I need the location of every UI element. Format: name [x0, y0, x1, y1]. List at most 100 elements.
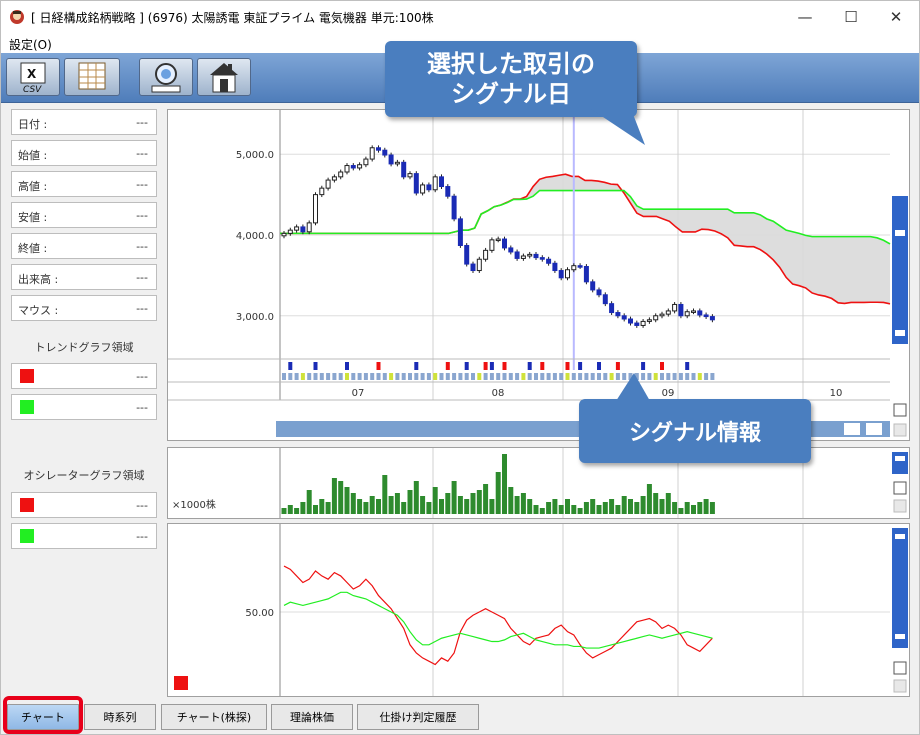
volume-bar [697, 502, 703, 514]
signal-strip-cell [401, 373, 406, 380]
color-swatch[interactable] [20, 529, 34, 543]
tab-entry-history[interactable]: 仕掛け判定履歴 [357, 704, 479, 730]
volume-bar [653, 493, 659, 514]
candle-body [615, 312, 621, 317]
csv-export-button[interactable]: X CSV [6, 58, 60, 96]
candle-body [583, 266, 589, 283]
volume-bar [357, 499, 363, 514]
signal-strip-cell [471, 373, 475, 380]
candle-body [596, 289, 602, 296]
candle-body [520, 255, 526, 259]
signal-strip-cell [540, 373, 545, 380]
x-tick-label: 10 [830, 388, 843, 399]
volume-bar [672, 502, 678, 514]
candle-body [502, 238, 507, 249]
candle-body [432, 176, 438, 191]
menu-settings[interactable]: 設定(O) [9, 36, 52, 53]
oscillator-chart[interactable]: 50.00 [168, 524, 909, 696]
spreadsheet-button[interactable] [64, 58, 120, 96]
info-row-date: 日付 : --- [11, 109, 157, 135]
svg-text:X: X [27, 67, 37, 81]
close-button[interactable]: ✕ [873, 1, 919, 33]
volume-bar [527, 499, 533, 514]
volume-bar [464, 499, 470, 514]
close-icon: ✕ [889, 8, 903, 26]
maximize-button[interactable]: ☐ [828, 1, 874, 33]
volume-bar [691, 505, 696, 514]
volume-bar [369, 496, 375, 514]
price-chart[interactable]: 5,000.04,000.03,000.007 08 09 10 [168, 110, 909, 440]
signal-strip-cell [710, 373, 715, 380]
volume-bar [319, 499, 325, 514]
candle-body [420, 184, 426, 194]
signal-strip-cell [546, 373, 551, 380]
signal-strip-cell [477, 373, 482, 380]
app-icon [10, 10, 24, 24]
signal-marker [502, 362, 507, 370]
signal-strip-cell [426, 373, 431, 380]
company-info-button[interactable] [197, 58, 251, 96]
volume-bar [502, 454, 507, 514]
color-swatch[interactable] [20, 400, 34, 414]
signal-strip-cell [590, 373, 595, 380]
volume-bar [552, 499, 558, 514]
osc-legend-green: --- [11, 523, 157, 549]
osc-legend-red: --- [11, 492, 157, 518]
volume-bar [325, 502, 331, 514]
tab-theoretical-price[interactable]: 理論株価 [271, 704, 353, 730]
pane-checkbox [893, 661, 907, 675]
signal-marker [641, 362, 646, 370]
signal-marker [540, 362, 545, 370]
signal-strip-cell [515, 373, 520, 380]
candle-body [703, 314, 709, 318]
signal-strip-cell [552, 373, 557, 380]
signal-strip-cell [319, 373, 324, 380]
volume-bar [508, 487, 514, 514]
volume-bar [432, 487, 438, 514]
x-tick-label: 07 [352, 388, 365, 399]
candle-body [546, 258, 552, 264]
tab-timeseries[interactable]: 時系列 [84, 704, 156, 730]
volume-bar [338, 481, 344, 514]
volume-bar [571, 505, 577, 514]
volume-bar [331, 478, 337, 514]
signal-strip-cell [420, 373, 425, 380]
signal-strip-cell [294, 373, 299, 380]
volume-bar [703, 499, 709, 514]
candle-body [621, 315, 627, 320]
callout-pointer [591, 109, 645, 145]
volume-bar [546, 502, 552, 514]
minimize-icon: — [797, 8, 813, 26]
pane-checkbox [893, 423, 907, 437]
color-swatch[interactable] [20, 369, 34, 383]
candle-body [451, 195, 457, 220]
candle-body [281, 232, 287, 237]
signal-strip-cell [389, 373, 394, 380]
scroll-thumb-left [844, 423, 860, 435]
candle-body [344, 165, 350, 173]
signal-strip-cell [527, 373, 532, 380]
minimize-button[interactable]: — [782, 1, 828, 33]
volume-bar [628, 499, 633, 514]
signal-marker [597, 362, 601, 370]
color-swatch[interactable] [20, 498, 34, 512]
volume-bar [646, 484, 652, 514]
signal-marker [445, 362, 450, 370]
info-row-close: 終値 : --- [11, 233, 157, 259]
tab-chart-kabutan[interactable]: チャート(株探) [161, 704, 267, 730]
candle-body [331, 176, 337, 181]
signal-strip-cell [307, 373, 312, 380]
volume-bar [457, 496, 463, 514]
chart-view-button[interactable] [139, 58, 193, 96]
candle-body [464, 245, 470, 265]
candle-body [426, 184, 432, 191]
candle-body [571, 265, 577, 271]
volume-bar [659, 499, 665, 514]
candle-body [558, 270, 564, 279]
signal-strip-cell [578, 373, 583, 380]
volume-bar [596, 505, 602, 514]
candle-body [382, 149, 388, 156]
signal-strip-cell [496, 373, 501, 380]
volume-bar [287, 505, 293, 514]
signal-marker [660, 362, 664, 370]
